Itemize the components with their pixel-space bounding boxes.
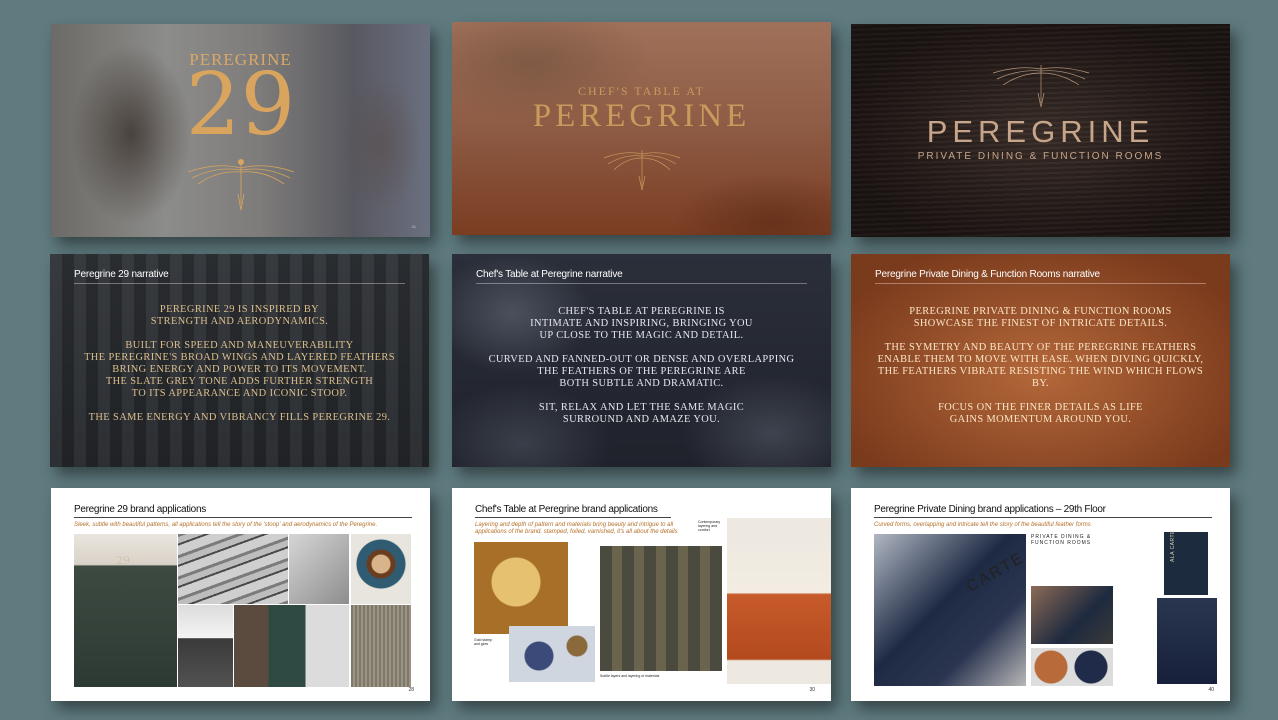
slide-title: Chef's Table at Peregrine brand applicat…	[475, 504, 658, 515]
narrative-line: strength and aerodynamics.	[150, 316, 329, 327]
apron-logo-number: 29	[116, 554, 130, 567]
fabric-photo	[351, 605, 411, 687]
narrative-line: the peregrine's broad wings and layered …	[84, 352, 395, 363]
private-dining-wordmark: PEREGRINE	[926, 114, 1155, 149]
slide-chefs-table-cover[interactable]: CHEF'S TABLE AT PEREGRINE	[452, 22, 831, 235]
peregrine-bird-icon	[187, 159, 295, 211]
slide-peregrine29-cover[interactable]: PEREGRINE 29 21	[51, 24, 430, 237]
card-title: ALA CARTE	[1170, 530, 1176, 562]
slide-private-dining-applications[interactable]: Peregrine Private Dining brand applicati…	[851, 488, 1230, 701]
peregrine29-number: 29	[185, 55, 296, 155]
peregrine-bird-icon	[603, 150, 681, 191]
narrative-line: the feathers of the peregrine are	[537, 366, 746, 377]
stationery-photo	[289, 534, 349, 604]
title-divider	[874, 517, 1212, 518]
uniform-photo	[727, 518, 831, 684]
narrative-paragraph: Built for speed and maneuverability the …	[70, 340, 409, 400]
page-number: 21	[411, 224, 416, 229]
pens-photo	[178, 534, 288, 604]
peregrine-bird-icon	[992, 65, 1090, 108]
narrative-body: Peregrine private dining & function room…	[871, 306, 1210, 438]
pattern-panel-photo	[600, 546, 722, 671]
narrative-line: Sit, relax and let the same magic	[538, 402, 745, 413]
slide-title: Peregrine 29 brand applications	[74, 504, 206, 515]
narrative-paragraph: The symetry and beauty of the peregrine …	[871, 342, 1210, 390]
narrative-line: The slate grey tone adds further strengt…	[105, 376, 374, 387]
narrative-line: showcase the finest of intricate details…	[913, 318, 1168, 329]
round-logo-text: PRIVATE DINING & FUNCTION ROOMS	[1031, 534, 1092, 546]
narrative-line: Curved and fanned-out or dense and overl…	[488, 354, 795, 365]
apron-photo: 29	[74, 534, 177, 687]
chefs-table-title: CHEF'S TABLE AT	[578, 84, 705, 98]
narrative-line: Focus on the finer details as life	[938, 402, 1143, 413]
narrative-line: intimate and inspiring, bringing you	[530, 318, 753, 329]
narrative-paragraph: Peregrine 29 is inspired by strength and…	[70, 304, 409, 328]
narrative-line: both subtle and dramatic.	[559, 378, 724, 389]
ala-carte-card: ALA CARTE	[1164, 530, 1208, 595]
slide-peregrine29-narrative[interactable]: Peregrine 29 narrative Peregrine 29 is i…	[50, 254, 429, 467]
slide-chefs-table-narrative[interactable]: Chef's Table at Peregrine narrative Chef…	[452, 254, 831, 467]
narrative-paragraph: Curved and fanned-out or dense and overl…	[472, 354, 811, 390]
tent-card	[1157, 598, 1217, 684]
title-divider	[875, 283, 1206, 284]
slide-title: Peregrine Private Dining brand applicati…	[874, 504, 1106, 515]
slide-peregrine29-applications[interactable]: Peregrine 29 brand applications Sleek, s…	[51, 488, 430, 701]
narrative-paragraph: The same energy and vibrancy fills Pereg…	[70, 412, 409, 424]
subtitle-line: Layering and depth of pattern and materi…	[475, 522, 674, 528]
menu-folder-photo: CARTE	[874, 534, 1028, 686]
coffee-photo	[351, 534, 411, 604]
notebook-photo	[234, 605, 349, 687]
narrative-line: Peregrine private dining & function room…	[909, 306, 1172, 317]
narrative-body: Chef's Table at Peregrine is intimate an…	[472, 306, 811, 438]
caption-comfort: Contemporary layering and comfort	[698, 520, 721, 532]
caption-gold-stamp: Gold stamp and glow	[474, 638, 492, 646]
caption-layers: Subtle layers and layering of materials	[600, 674, 660, 678]
narrative-line: gains momentum around you.	[949, 414, 1132, 425]
narrative-line: The same energy and vibrancy fills Pereg…	[88, 412, 391, 423]
menu-cover-text: CARTE	[963, 549, 1028, 596]
page-number: 28	[408, 687, 414, 693]
chefs-table-wordmark: PEREGRINE	[532, 98, 751, 134]
slide-subtitle: Layering and depth of pattern and materi…	[475, 522, 678, 536]
slide-private-dining-narrative[interactable]: Peregrine Private Dining & Function Room…	[851, 254, 1230, 467]
wax-seal-photo	[509, 626, 595, 682]
narrative-line: Chef's Table at Peregrine is	[558, 306, 725, 317]
narrative-line: to its appearance and iconic stoop.	[131, 388, 348, 399]
narrative-paragraph: Focus on the finer details as life gains…	[871, 402, 1210, 426]
narrative-line: the feathers vibrate resisting the wind …	[877, 366, 1204, 389]
narrative-paragraph: Chef's Table at Peregrine is intimate an…	[472, 306, 811, 342]
private-dining-subtitle: PRIVATE DINING & FUNCTION ROOMS	[917, 151, 1164, 162]
narrative-line: bring energy and power to its movement.	[112, 364, 367, 375]
slide-title: Peregrine 29 narrative	[74, 269, 169, 280]
slide-chefs-table-applications[interactable]: Chef's Table at Peregrine brand applicat…	[452, 488, 831, 701]
slide-subtitle: Sleek, subtle with beautiful patterns, a…	[74, 522, 378, 528]
title-divider	[476, 283, 807, 284]
narrative-paragraph: Peregrine private dining & function room…	[871, 306, 1210, 330]
title-divider	[74, 517, 412, 518]
gold-stamp-photo	[474, 542, 568, 634]
title-divider	[74, 283, 405, 284]
slide-private-dining-cover[interactable]: PEREGRINE PRIVATE DINING & FUNCTION ROOM…	[851, 24, 1230, 237]
page-number: 30	[809, 687, 815, 693]
title-divider	[475, 517, 671, 518]
narrative-paragraph: Sit, relax and let the same magic surrou…	[472, 402, 811, 426]
narrative-body: Peregrine 29 is inspired by strength and…	[70, 304, 409, 436]
narrative-line: enable them to move with ease. When divi…	[877, 354, 1204, 365]
slide-title: Peregrine Private Dining & Function Room…	[875, 269, 1100, 280]
page-number: 40	[1208, 687, 1214, 693]
coasters-photo	[1031, 648, 1113, 686]
chef-photo	[178, 605, 233, 687]
narrative-line: Built for speed and maneuverability	[125, 340, 354, 351]
slide-subtitle: Curved forms, overlapping and intricate …	[874, 522, 1091, 528]
subtitle-line: applications of the brand, stamped, foil…	[475, 529, 678, 535]
narrative-line: The symetry and beauty of the peregrine …	[884, 342, 1197, 353]
narrative-line: surround and amaze you.	[562, 414, 721, 425]
round-logo: PRIVATE DINING & FUNCTION ROOMS	[1031, 534, 1111, 580]
narrative-line: Peregrine 29 is inspired by	[159, 304, 320, 315]
business-cards-photo	[1031, 586, 1113, 644]
narrative-line: up close to the magic and detail.	[539, 330, 744, 341]
slide-title: Chef's Table at Peregrine narrative	[476, 269, 623, 280]
